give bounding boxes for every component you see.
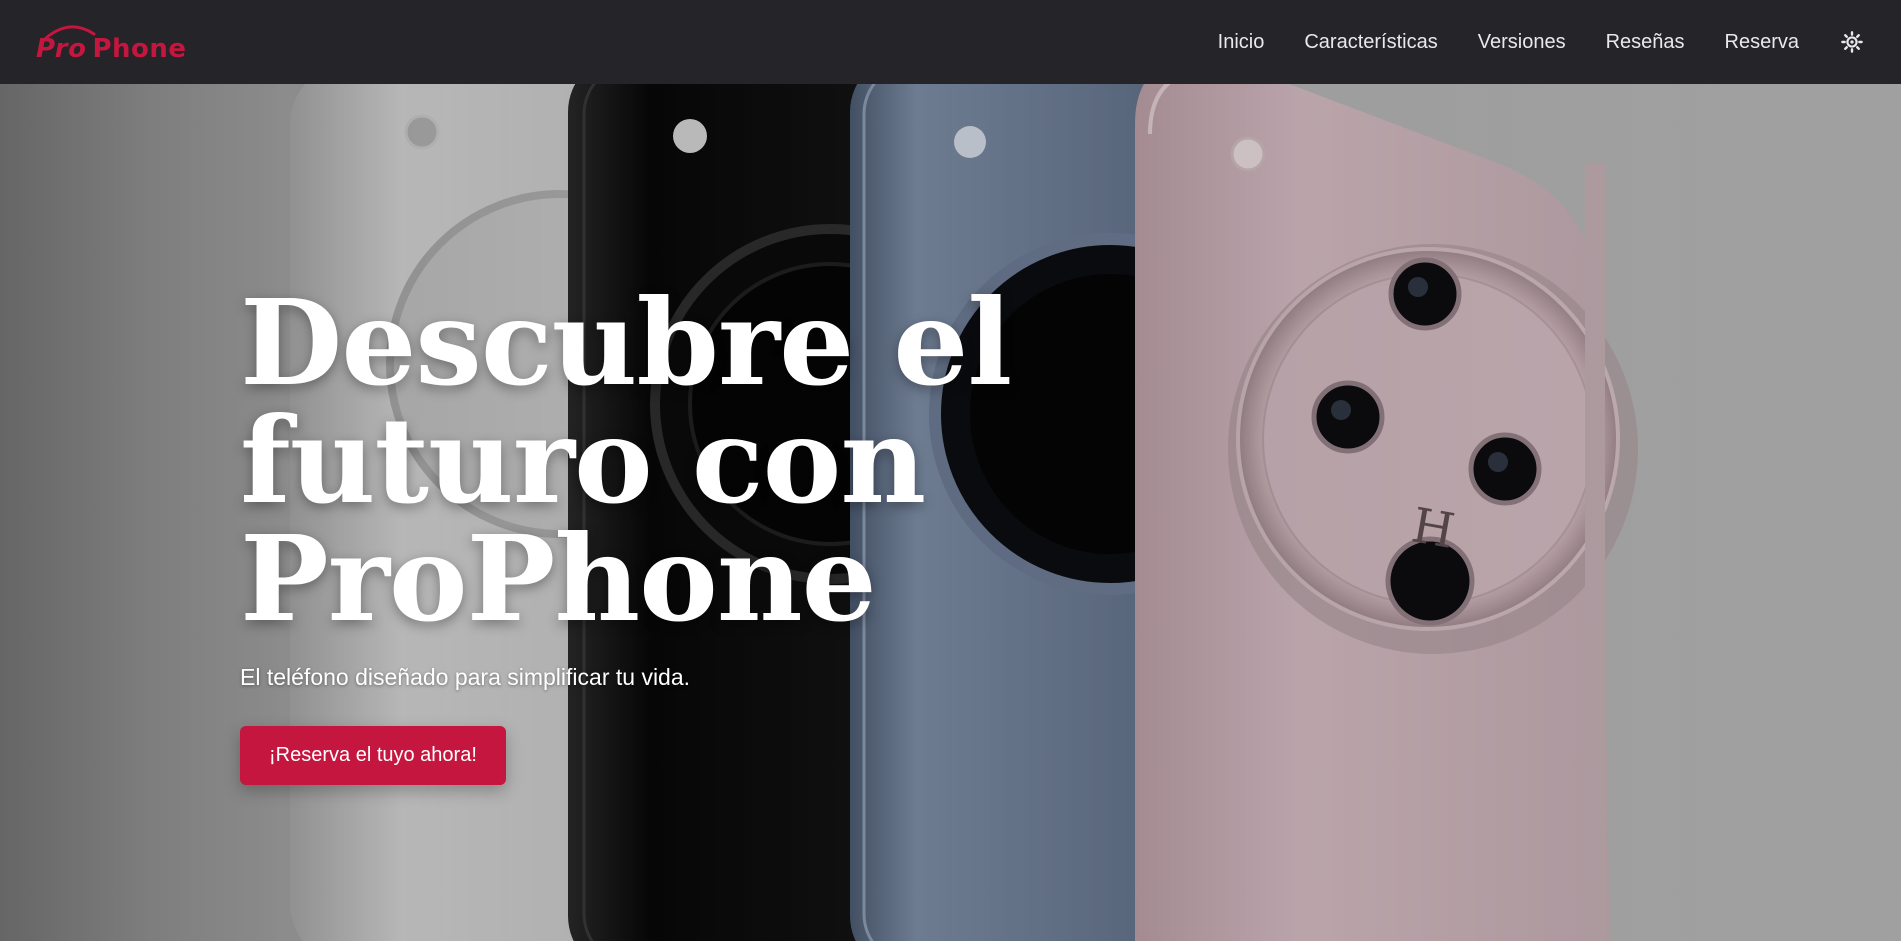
- brand-logo[interactable]: Pro Phone: [36, 22, 187, 62]
- hero-content: Descubre el futuro con ProPhone El teléf…: [240, 284, 1440, 785]
- logo-arc-icon: [44, 25, 96, 40]
- hero-subtitle: El teléfono diseñado para simplificar tu…: [240, 664, 691, 690]
- logo-phone-text: Phone: [92, 34, 187, 64]
- nav-link-inicio[interactable]: Inicio: [1218, 32, 1265, 52]
- nav-link-versiones[interactable]: Versiones: [1478, 32, 1566, 52]
- nav-link-caracteristicas[interactable]: Características: [1304, 32, 1437, 52]
- nav-link-reserva[interactable]: Reserva: [1725, 32, 1799, 52]
- reserve-now-button[interactable]: ¡Reserva el tuyo ahora!: [240, 726, 506, 785]
- navbar: Pro Phone Inicio Características Version…: [0, 0, 1901, 84]
- hero-section: H Descubre el futuro con ProPhone El tel…: [0, 84, 1901, 941]
- main-nav: Inicio Características Versiones Reseñas…: [1218, 29, 1865, 55]
- theme-toggle-button[interactable]: [1839, 29, 1865, 55]
- sun-icon: [1841, 31, 1863, 53]
- hero-title: Descubre el futuro con ProPhone: [240, 273, 1012, 648]
- nav-link-resenas[interactable]: Reseñas: [1606, 32, 1685, 52]
